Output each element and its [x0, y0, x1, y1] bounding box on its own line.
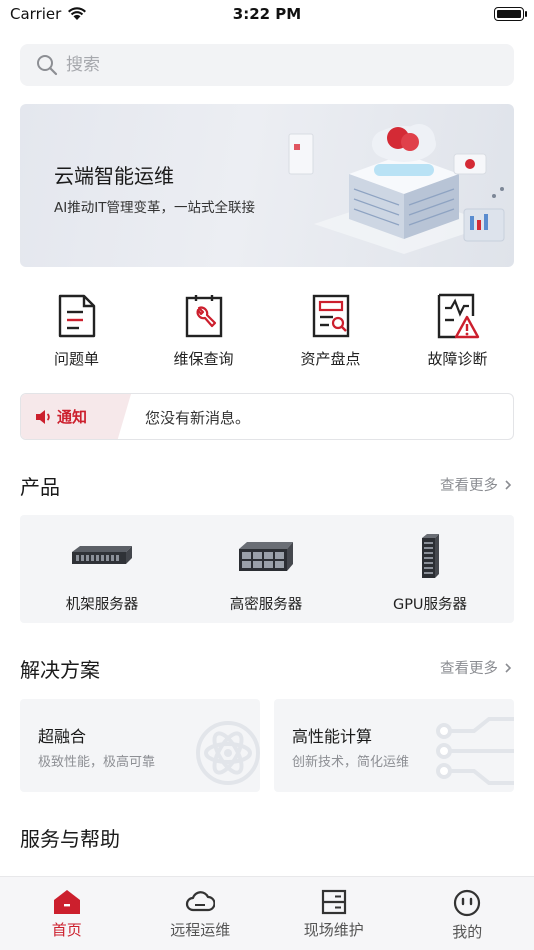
atom-icon: [196, 721, 260, 785]
wrench-clipboard-icon: [185, 295, 222, 338]
tab-onsite-maintenance[interactable]: 现场维护: [267, 877, 401, 950]
tab-home[interactable]: 首页: [0, 877, 134, 950]
search-icon: [37, 55, 58, 76]
product-label: 高密服务器: [229, 597, 303, 613]
quick-action-label: 问题单: [53, 350, 99, 368]
services-section-title: 服务与帮助: [20, 827, 120, 851]
clock: 3:22 PM: [232, 5, 302, 23]
solution-card-hci[interactable]: 超融合 极致性能，极高可靠: [20, 699, 260, 792]
tab-remote-ops[interactable]: 远程运维: [134, 877, 268, 950]
notice-tag: 通知: [21, 394, 131, 439]
product-label: 机架服务器: [65, 597, 139, 613]
speaker-icon: [36, 409, 50, 424]
circuit-icon: [436, 717, 514, 785]
search-input[interactable]: [66, 55, 466, 75]
cloud-datacenter-illustration: [288, 124, 505, 254]
quick-action-label: 故障诊断: [427, 350, 488, 368]
quick-action-asset[interactable]: 资产盘点: [267, 292, 394, 372]
product-rack-server[interactable]: 机架服务器: [20, 515, 184, 623]
search-bar[interactable]: [20, 44, 514, 86]
banner-subtitle: AI推动IT管理变革，一站式全联接: [54, 200, 255, 216]
asset-search-icon: [312, 294, 349, 338]
quick-action-diagnosis[interactable]: 故障诊断: [394, 292, 521, 372]
rack-server-icon: [72, 546, 132, 564]
solution-subtitle: 极致性能，极高可靠: [38, 755, 156, 770]
solution-title: 高性能计算: [292, 727, 373, 746]
products-panel: 机架服务器 高密服务器 GPU服务器: [20, 515, 514, 623]
tab-label: 首页: [51, 921, 82, 939]
product-label: GPU服务器: [392, 597, 468, 613]
quick-action-issue[interactable]: 问题单: [13, 292, 140, 372]
high-density-server-icon: [239, 542, 293, 571]
promo-banner[interactable]: 云端智能运维 AI推动IT管理变革，一站式全联接: [20, 104, 514, 267]
home-icon: [53, 890, 80, 914]
product-gpu-server[interactable]: GPU服务器: [348, 515, 512, 623]
products-more-link[interactable]: 查看更多: [440, 474, 512, 495]
bottom-tab-bar: 首页 远程运维 现场维护 我的: [0, 876, 534, 950]
status-bar: Carrier 3:22 PM: [0, 0, 534, 30]
notice-message: 您没有新消息。: [145, 409, 251, 427]
solution-card-hpc[interactable]: 高性能计算 创新技术，简化运维: [274, 699, 514, 792]
quick-action-label: 维保查询: [173, 350, 234, 368]
quick-action-warranty[interactable]: 维保查询: [140, 292, 267, 372]
solution-title: 超融合: [38, 727, 87, 746]
face-icon: [454, 889, 481, 917]
tab-profile[interactable]: 我的: [401, 877, 534, 950]
battery-icon: [494, 7, 527, 21]
server-panel-icon: [321, 889, 346, 915]
quick-actions: 问题单 维保查询 资产盘点 故障诊断: [0, 292, 534, 372]
document-list-icon: [58, 294, 95, 338]
banner-title: 云端智能运维: [54, 164, 174, 188]
tab-label: 远程运维: [170, 921, 231, 939]
fault-warning-icon: [437, 293, 479, 339]
chevron-right-icon: [505, 662, 512, 673]
tab-label: 现场维护: [303, 921, 364, 939]
products-section-title: 产品: [20, 475, 60, 499]
solutions-more-link[interactable]: 查看更多: [440, 657, 512, 678]
more-link-label: 查看更多: [440, 661, 498, 677]
solution-subtitle: 创新技术，简化运维: [292, 755, 410, 770]
quick-action-label: 资产盘点: [300, 350, 361, 368]
chevron-right-icon: [505, 479, 512, 490]
more-link-label: 查看更多: [440, 478, 498, 494]
tab-label: 我的: [452, 923, 483, 941]
notice-bar[interactable]: 通知 您没有新消息。: [20, 393, 514, 440]
gpu-server-icon: [422, 534, 439, 578]
notice-tag-label: 通知: [57, 408, 88, 426]
solutions-section-title: 解决方案: [20, 658, 100, 682]
product-high-density-server[interactable]: 高密服务器: [184, 515, 348, 623]
cloud-icon: [186, 891, 216, 912]
